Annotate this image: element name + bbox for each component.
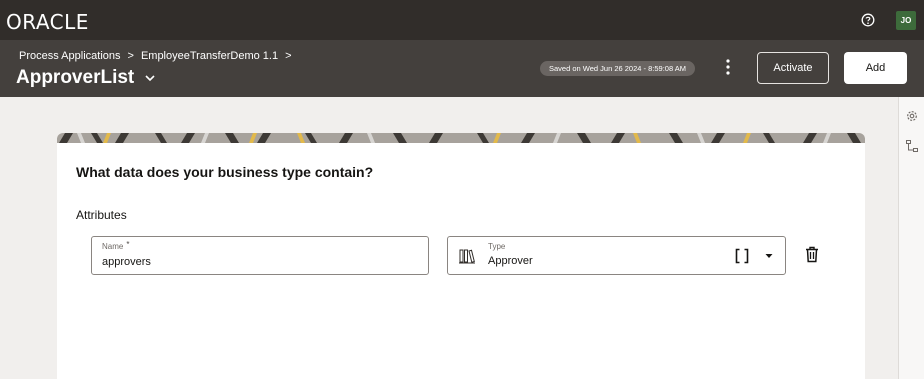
breadcrumb-separator: > xyxy=(285,50,292,62)
activate-button[interactable]: Activate xyxy=(757,52,829,84)
form-heading: What data does your business type contai… xyxy=(76,164,374,180)
top-bar: ORACLE JO xyxy=(0,0,924,40)
breadcrumb: Process Applications > EmployeeTransferD… xyxy=(19,50,299,62)
chevron-down-icon[interactable] xyxy=(144,72,156,84)
page-title[interactable]: ApproverList xyxy=(16,67,156,89)
page-title-text: ApproverList xyxy=(16,67,135,88)
type-field-label: Type xyxy=(488,242,506,251)
gear-icon[interactable] xyxy=(905,109,919,123)
business-type-card: What data does your business type contai… xyxy=(57,133,865,379)
add-button[interactable]: Add xyxy=(844,52,907,84)
attribute-type-select[interactable]: Type Approver xyxy=(447,236,786,275)
oracle-logo[interactable]: ORACLE xyxy=(6,10,89,34)
saved-status-badge: Saved on Wed Jun 26 2024 - 8:59:08 AM xyxy=(540,61,696,76)
data-structure-icon[interactable] xyxy=(905,139,919,153)
attribute-name-field[interactable]: Name * approvers xyxy=(91,236,429,275)
breadcrumb-separator: > xyxy=(127,50,134,62)
list-type-toggle-icon[interactable] xyxy=(735,248,749,264)
more-vertical-icon[interactable] xyxy=(722,58,734,76)
page-header: Process Applications > EmployeeTransferD… xyxy=(0,40,924,97)
help-circle-icon[interactable] xyxy=(861,13,875,27)
user-avatar[interactable]: JO xyxy=(896,11,916,30)
name-label-text: Name xyxy=(102,242,124,251)
decorative-banner xyxy=(57,133,865,143)
name-field-value[interactable]: approvers xyxy=(102,256,151,268)
dropdown-arrow-icon[interactable] xyxy=(764,252,774,260)
breadcrumb-process-applications[interactable]: Process Applications xyxy=(19,50,121,62)
breadcrumb-employee-transfer-demo[interactable]: EmployeeTransferDemo 1.1 xyxy=(141,50,278,62)
attributes-label: Attributes xyxy=(76,208,127,222)
required-marker: * xyxy=(126,240,130,249)
name-field-label: Name * xyxy=(102,240,130,251)
right-side-panel xyxy=(898,97,924,379)
type-field-value: Approver xyxy=(488,255,533,267)
delete-icon[interactable] xyxy=(805,246,819,263)
business-type-icon xyxy=(459,249,475,264)
